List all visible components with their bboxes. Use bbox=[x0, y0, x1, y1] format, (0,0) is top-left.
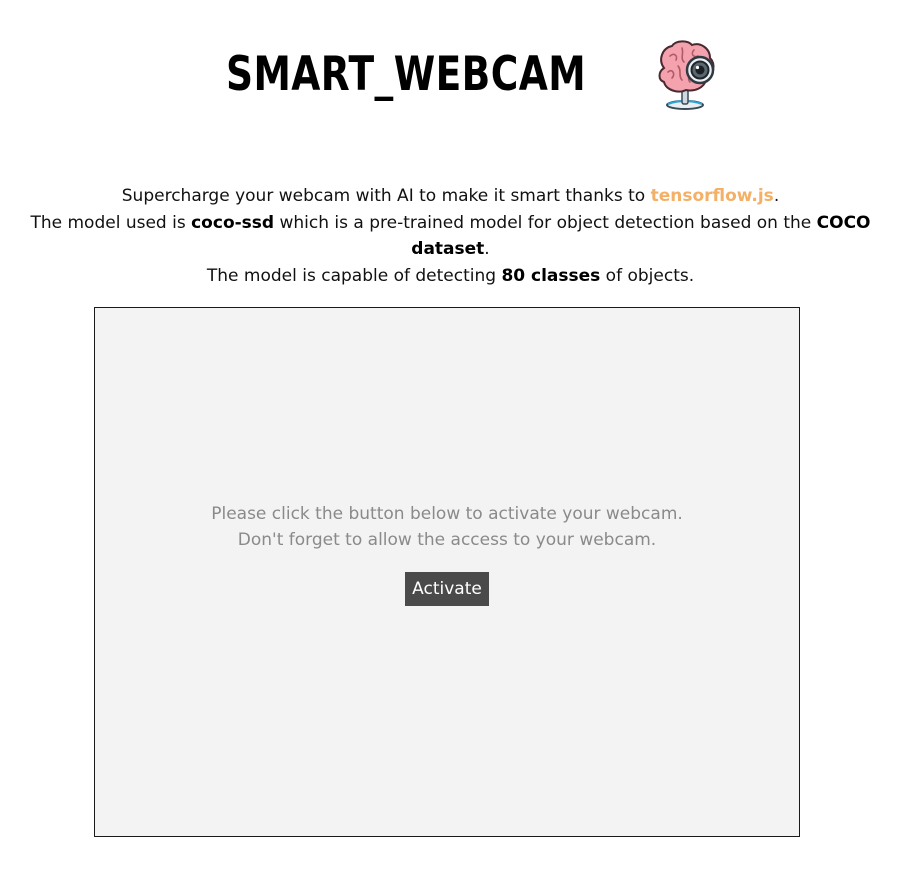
intro-line-2-text: The model used is bbox=[30, 212, 192, 233]
intro-line-3-end: of objects. bbox=[600, 265, 695, 286]
intro-line-2-end: . bbox=[484, 239, 490, 259]
webcam-message-line-1: Please click the button below to activat… bbox=[211, 504, 683, 524]
page: SMART_WEBCAM Supercharge your webcam wit… bbox=[0, 0, 901, 875]
intro-line-1-text: Supercharge your webcam with AI to make … bbox=[121, 186, 651, 206]
page-title: SMART_WEBCAM bbox=[226, 46, 587, 102]
brain-webcam-icon bbox=[658, 40, 714, 110]
intro-line-3-text: The model is capable of detecting bbox=[206, 265, 502, 286]
class-count: 80 classes bbox=[501, 265, 601, 286]
intro-line-3: The model is capable of detecting 80 cla… bbox=[0, 263, 901, 290]
webcam-message: Please click the button below to activat… bbox=[95, 501, 799, 553]
intro-text: Supercharge your webcam with AI to make … bbox=[0, 183, 901, 289]
intro-line-2-mid: which is a pre-trained model for object … bbox=[274, 212, 817, 233]
webcam-message-line-2: Don't forget to allow the access to your… bbox=[237, 530, 657, 550]
intro-line-1-end: . bbox=[773, 186, 780, 206]
header: SMART_WEBCAM bbox=[0, 34, 901, 114]
activate-button[interactable]: Activate bbox=[405, 572, 489, 606]
webcam-panel: Please click the button below to activat… bbox=[94, 307, 800, 837]
intro-line-2: The model used is coco-ssd which is a pr… bbox=[0, 210, 901, 263]
model-name: coco-ssd bbox=[191, 212, 275, 233]
tensorflow-link[interactable]: tensorflow.js bbox=[651, 186, 774, 206]
intro-line-1: Supercharge your webcam with AI to make … bbox=[0, 183, 901, 210]
